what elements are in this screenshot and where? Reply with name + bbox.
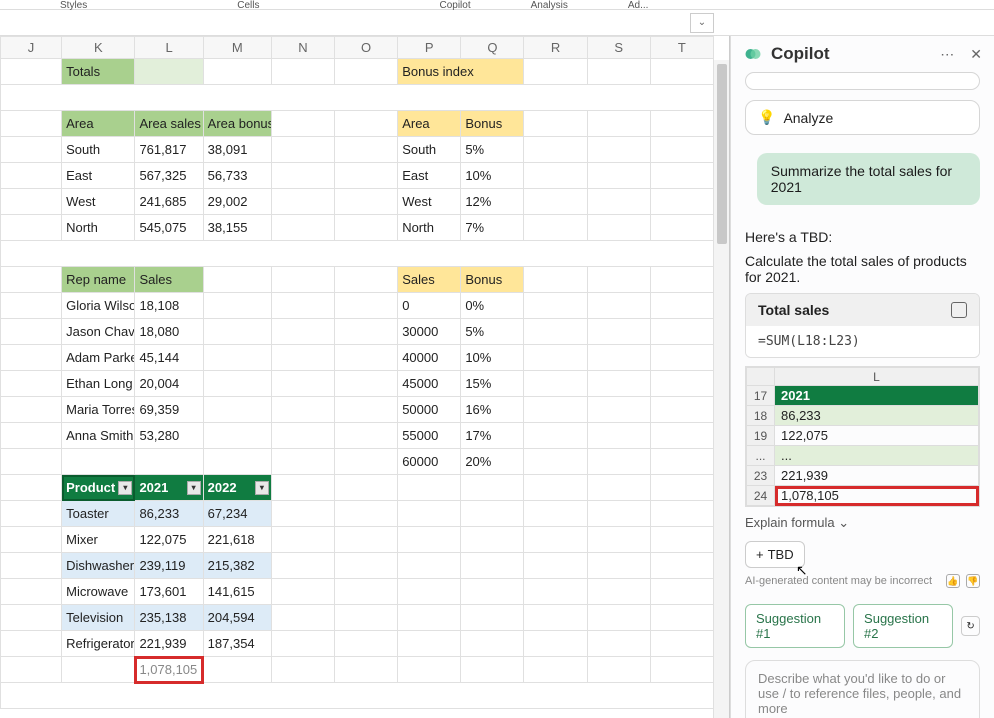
col-header[interactable]: M	[203, 37, 271, 59]
cursor-icon: ↖	[796, 562, 808, 579]
analyze-label: Analyze	[783, 110, 833, 126]
filter-dropdown-icon[interactable]: ▾	[187, 481, 201, 495]
add-tbd-button[interactable]: + TBD ↖	[745, 541, 805, 568]
cell[interactable]: Area bonus	[203, 111, 271, 137]
analyze-option[interactable]: 💡 Analyze	[745, 100, 980, 135]
response-line: Here's a TBD:	[745, 229, 980, 245]
thumbs-down-icon[interactable]: 👎	[966, 574, 980, 588]
ai-disclaimer: AI-generated content may be incorrect	[745, 575, 940, 587]
ribbon-groups: Styles Cells Copilot Analysis Ad...	[0, 0, 994, 10]
col-header[interactable]: Q	[461, 37, 524, 59]
col-header[interactable]: T	[650, 37, 713, 59]
column-headers[interactable]: J K L M N O P Q R S T	[1, 37, 714, 59]
preview-col-header: L	[775, 368, 979, 386]
suggestion-pill[interactable]: Suggestion #1	[745, 604, 845, 648]
col-header[interactable]: J	[1, 37, 62, 59]
filter-dropdown-icon[interactable]: ▾	[118, 481, 132, 495]
formula-bar-expand-button[interactable]: ⌄	[690, 13, 714, 33]
refresh-suggestions-icon[interactable]: ↻	[961, 616, 980, 636]
preview-result-cell[interactable]: 1,078,105	[775, 486, 979, 506]
spreadsheet-area[interactable]: J K L M N O P Q R S T Totals Bonus inde	[0, 36, 730, 718]
col-header[interactable]: N	[271, 37, 334, 59]
plus-icon: +	[756, 547, 764, 562]
table-header-2021[interactable]: 2021▾	[135, 475, 203, 501]
table-header-product[interactable]: Product▾	[62, 475, 135, 501]
cell[interactable]: Bonus	[461, 267, 524, 293]
scrollbar-thumb[interactable]	[717, 64, 727, 244]
more-icon[interactable]: ⋯	[940, 46, 954, 63]
formula-card: Total sales =SUM(L18:L23)	[745, 293, 980, 358]
cell[interactable]: Rep name	[62, 267, 135, 293]
cell[interactable]: Bonus	[461, 111, 524, 137]
filter-dropdown-icon[interactable]: ▾	[255, 481, 269, 495]
copilot-input[interactable]: Describe what you'd like to do or use / …	[745, 660, 980, 718]
cell[interactable]: Sales	[135, 267, 203, 293]
copilot-pane: Copilot ⋯ ✕ 💡 Analyze Summarize the tota…	[730, 36, 994, 718]
copilot-title: Copilot	[771, 44, 924, 64]
chevron-down-icon: ⌄	[698, 17, 706, 28]
cell[interactable]: Bonus index	[398, 59, 524, 85]
cell[interactable]: Area	[62, 111, 135, 137]
lightbulb-icon: 💡	[758, 109, 775, 126]
thumbs-up-icon[interactable]: 👍	[946, 574, 960, 588]
preview-table: L 172021 1886,233 19122,075 ...... 23221…	[745, 366, 980, 507]
response-line: Calculate the total sales of products fo…	[745, 253, 980, 285]
total-2021-cell[interactable]: 1,078,105	[135, 657, 203, 683]
card-title: Total sales	[758, 302, 951, 318]
col-header[interactable]: K	[62, 37, 135, 59]
explain-formula-toggle[interactable]: Explain formula ⌄	[745, 515, 980, 531]
formula-text[interactable]: =SUM(L18:L23)	[746, 326, 979, 357]
user-message: Summarize the total sales for 2021	[757, 153, 980, 205]
cell[interactable]: Area sales	[135, 111, 203, 137]
suggestion-pill[interactable]: Suggestion #2	[853, 604, 953, 648]
cell[interactable]: Totals	[62, 59, 135, 85]
col-header[interactable]: S	[587, 37, 650, 59]
col-header[interactable]: R	[524, 37, 587, 59]
copilot-logo-icon	[743, 44, 763, 64]
copilot-response: Here's a TBD: Calculate the total sales …	[745, 229, 980, 718]
chevron-down-icon: ⌄	[838, 515, 849, 530]
copy-icon[interactable]	[951, 302, 967, 318]
cell[interactable]: Sales	[398, 267, 461, 293]
blank-pill[interactable]	[745, 72, 980, 90]
cell[interactable]: Area	[398, 111, 461, 137]
input-placeholder: Describe what you'd like to do or use / …	[758, 671, 961, 716]
col-header[interactable]: P	[398, 37, 461, 59]
close-icon[interactable]: ✕	[970, 46, 982, 63]
formula-bar-input[interactable]	[6, 13, 690, 33]
col-header[interactable]: O	[335, 37, 398, 59]
vertical-scrollbar[interactable]	[713, 60, 729, 718]
col-header[interactable]: L	[135, 37, 203, 59]
table-header-2022[interactable]: 2022▾	[203, 475, 271, 501]
